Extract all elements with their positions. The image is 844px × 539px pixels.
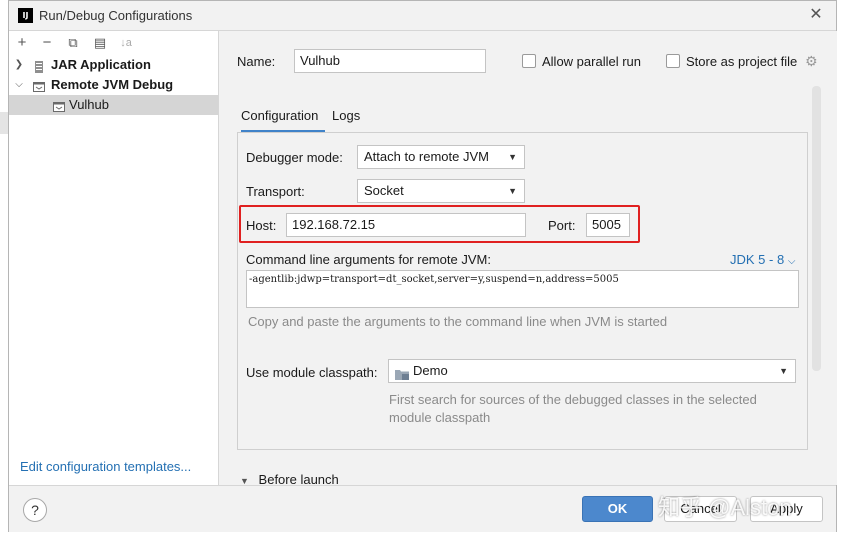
remote-debug-icon — [33, 79, 45, 92]
intellij-app-icon: IJ — [18, 8, 33, 23]
transport-value: Socket — [364, 183, 404, 198]
tree-item-label: JAR Application — [51, 57, 151, 72]
store-project-checkbox[interactable] — [666, 54, 680, 68]
dropdown-arrow-icon: ▼ — [508, 186, 517, 196]
cmd-args-textarea[interactable]: -agentlib:jdwp=transport=dt_socket,serve… — [246, 270, 799, 308]
module-classpath-label: Use module classpath: — [246, 365, 378, 380]
port-label: Port: — [548, 218, 576, 233]
cmd-args-hint: Copy and paste the arguments to the comm… — [248, 314, 668, 329]
transport-label: Transport: — [246, 184, 305, 199]
allow-parallel-label[interactable]: Allow parallel run — [542, 54, 641, 69]
debugger-mode-value: Attach to remote JVM — [364, 149, 489, 164]
tree-item-vulhub[interactable]: Vulhub — [9, 95, 218, 115]
jar-icon — [33, 59, 45, 73]
background-edge — [0, 0, 8, 539]
jdk-version-link[interactable]: JDK 5 - 8 ⌵ — [730, 252, 795, 267]
module-hint-line-2: module classpath — [389, 410, 491, 425]
allow-parallel-checkbox[interactable] — [522, 54, 536, 68]
port-input[interactable]: 5005 — [586, 213, 630, 237]
gear-icon[interactable]: ⚙ — [805, 53, 818, 70]
debugger-mode-label: Debugger mode: — [246, 150, 343, 165]
configurations-sidebar: + − ⧉ ▤ ↓a ❯ JAR Application ⌵ Remote JV… — [9, 31, 219, 485]
edit-templates-link[interactable]: Edit configuration templates... — [20, 459, 191, 474]
apply-button[interactable]: Apply — [750, 496, 823, 522]
help-button[interactable]: ? — [23, 498, 47, 522]
sidebar-toolbar: + − ⧉ ▤ ↓a — [9, 31, 218, 55]
add-icon[interactable]: + — [13, 34, 31, 52]
dialog-button-bar: ? OK Cancel Apply — [9, 485, 836, 532]
name-label: Name: — [237, 54, 276, 69]
background-strip — [0, 112, 8, 134]
tree-item-remote-jvm-debug[interactable]: ⌵ Remote JVM Debug — [9, 75, 218, 95]
module-classpath-select[interactable]: Demo ▼ — [388, 359, 796, 383]
configuration-panel: Debugger mode: Attach to remote JVM ▼ Tr… — [237, 132, 808, 450]
debugger-mode-select[interactable]: Attach to remote JVM ▼ — [357, 145, 525, 169]
tab-configuration[interactable]: Configuration — [241, 105, 325, 133]
host-input[interactable]: 192.168.72.15 — [286, 213, 526, 237]
configuration-editor: Name: Vulhub Allow parallel run Store as… — [220, 31, 837, 487]
module-classpath-value: Demo — [413, 363, 448, 378]
title-bar: IJ Run/Debug Configurations ✕ — [9, 1, 836, 31]
sort-icon[interactable]: ↓a — [117, 34, 135, 52]
configuration-tree: ❯ JAR Application ⌵ Remote JVM Debug Vul… — [9, 55, 218, 115]
module-folder-icon — [395, 365, 409, 387]
tree-item-jar-application[interactable]: ❯ JAR Application — [9, 55, 218, 75]
host-label: Host: — [246, 218, 277, 233]
remove-icon[interactable]: − — [38, 34, 56, 52]
store-project-label[interactable]: Store as project file — [686, 54, 797, 69]
name-input[interactable]: Vulhub — [294, 49, 486, 73]
transport-select[interactable]: Socket ▼ — [357, 179, 525, 203]
cmd-args-label: Command line arguments for remote JVM: — [246, 252, 491, 267]
remote-debug-icon — [53, 99, 65, 112]
close-icon[interactable]: ✕ — [808, 7, 824, 23]
module-hint-line-1: First search for sources of the debugged… — [389, 392, 757, 407]
chevron-right-icon[interactable]: ❯ — [13, 55, 25, 75]
window-title: Run/Debug Configurations — [39, 8, 193, 23]
tree-item-label: Remote JVM Debug — [51, 77, 174, 92]
jdk-version-text: JDK 5 - 8 — [730, 252, 785, 267]
cancel-button[interactable]: Cancel — [664, 496, 737, 522]
run-debug-dialog: IJ Run/Debug Configurations ✕ + − ⧉ ▤ ↓a… — [8, 0, 837, 532]
dropdown-arrow-icon: ▼ — [508, 152, 517, 162]
copy-icon[interactable]: ⧉ — [64, 34, 82, 52]
chevron-down-icon[interactable]: ⌵ — [13, 75, 25, 95]
folder-icon[interactable]: ▤ — [91, 34, 109, 52]
dropdown-arrow-icon: ▼ — [779, 366, 788, 376]
ok-button[interactable]: OK — [582, 496, 653, 522]
vertical-scrollbar[interactable] — [812, 86, 821, 371]
tree-item-label: Vulhub — [69, 97, 109, 112]
chevron-down-icon: ⌵ — [787, 256, 796, 267]
tab-logs[interactable]: Logs — [332, 105, 364, 133]
